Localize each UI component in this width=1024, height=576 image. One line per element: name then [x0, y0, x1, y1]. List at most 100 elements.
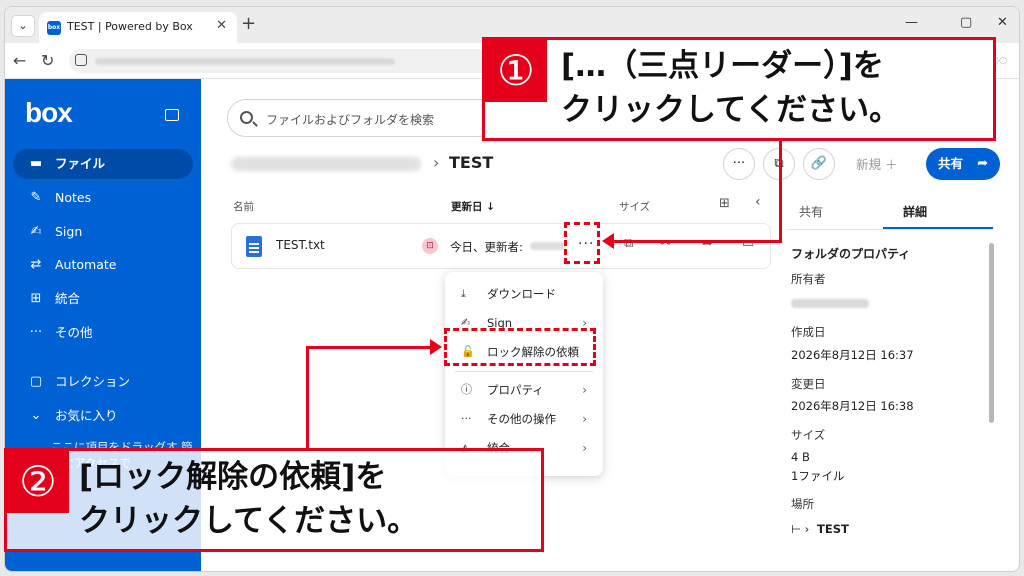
step-2-line-1: [ロック解除の依頼]を — [79, 459, 387, 495]
sidebar-item-label: ファイル — [55, 156, 106, 171]
reload-icon[interactable]: ↻ — [41, 51, 54, 70]
column-header-updated[interactable]: 更新日 ↓ — [451, 199, 495, 214]
download-icon: ⤓ — [461, 287, 466, 300]
share-label: 共有 — [938, 156, 964, 171]
sign-icon: ✍ — [30, 224, 42, 239]
panel-divider — [787, 229, 993, 230]
column-header-size[interactable]: サイズ — [619, 199, 650, 214]
sidebar-item-files[interactable]: ▬ ファイル — [13, 149, 193, 179]
screen: ⌄ box TEST | Powered by Box ✕ + — ▢ ✕ ← … — [0, 0, 1024, 576]
step-1-line-2: クリックしてください。 — [561, 92, 901, 128]
column-header-name[interactable]: 名前 — [233, 199, 254, 214]
new-button[interactable]: 新規 ＋ — [856, 154, 897, 173]
chevron-right-icon: › — [582, 383, 587, 397]
context-menu: ⤓ ダウンロード ✍ Sign › 🔓 ロック解除の依頼 ⓘ プロパティ › ·… — [445, 272, 603, 476]
more-icon: ··· — [461, 412, 472, 425]
sidebar-item-more[interactable]: ··· その他 — [13, 318, 193, 348]
menu-item-label: プロパティ — [487, 383, 544, 397]
modified-label: 変更日 — [791, 377, 826, 391]
maximize-icon[interactable]: ▢ — [960, 15, 972, 30]
sidebar-item-label: Notes — [55, 190, 92, 205]
step-1-badge: ① — [485, 40, 547, 102]
chevron-right-icon: › — [582, 412, 587, 426]
copy-icon[interactable]: ⧉ — [624, 236, 633, 251]
sidebar-item-automate[interactable]: ⇄ Automate — [13, 250, 193, 280]
grid-view-icon[interactable]: ⊞ — [719, 196, 730, 211]
sidebar-item-label: 統合 — [55, 291, 81, 306]
url-field[interactable] — [69, 49, 509, 73]
minimize-icon[interactable]: — — [905, 15, 918, 30]
sidebar-item-favorites[interactable]: ⌄ お気に入り — [13, 401, 193, 431]
tab-close-icon[interactable]: ✕ — [216, 18, 227, 33]
tab-details[interactable]: 詳細 — [903, 203, 927, 220]
arrow-line-2-horizontal — [306, 346, 430, 349]
share-button[interactable]: 共有 ➦ — [926, 148, 1000, 180]
sidebar-item-label: Automate — [55, 257, 117, 272]
sidebar-item-sign[interactable]: ✍ Sign — [13, 217, 193, 247]
site-info-icon[interactable] — [75, 54, 87, 66]
menu-item-label: ダウンロード — [487, 287, 556, 301]
panel-scrollbar[interactable] — [989, 243, 994, 423]
back-icon[interactable]: ← — [13, 51, 26, 70]
chevron-down-icon: ⌄ — [30, 408, 42, 423]
search-icon — [240, 111, 253, 124]
details-panel: 共有 詳細 フォルダのプロパティ 所有者 作成日 2026年8月12日 16:3… — [787, 191, 1017, 571]
document-icon — [246, 236, 262, 257]
link-icon[interactable]: ⚯ — [660, 236, 671, 251]
new-tab-button[interactable]: + — [241, 13, 256, 34]
created-label: 作成日 — [791, 325, 826, 339]
created-value: 2026年8月12日 16:37 — [791, 348, 914, 362]
step-1-line-1: […（三点リーダー）]を — [561, 48, 884, 84]
sidebar-item-collections[interactable]: ▢ コレクション — [13, 367, 193, 397]
breadcrumb-chevron-icon: › — [433, 153, 440, 172]
chevron-right-icon: › — [582, 441, 587, 455]
size-value: 4 B — [791, 450, 810, 464]
box-favicon-icon: box — [47, 21, 61, 35]
automate-icon: ⇄ — [30, 257, 42, 272]
highlight-request-unlock — [444, 328, 596, 366]
menu-item-download[interactable]: ⤓ ダウンロード — [445, 280, 603, 308]
sidebar-item-notes[interactable]: ✎ Notes — [13, 183, 193, 213]
folder-more-button[interactable]: ··· — [723, 148, 755, 180]
share-arrow-icon: ➦ — [977, 156, 988, 171]
apps-grid-icon: ⊞ — [30, 291, 42, 306]
arrow-line-1-vertical — [779, 138, 782, 243]
file-count-value: 1ファイル — [791, 469, 845, 483]
sidebar-item-label: お気に入り — [55, 408, 118, 423]
properties-heading: フォルダのプロパティ — [791, 247, 911, 261]
open-icon[interactable]: ▭ — [742, 236, 754, 251]
arrow-line-1-horizontal — [614, 240, 782, 243]
sidebar-item-integrations[interactable]: ⊞ 統合 — [13, 284, 193, 314]
file-name[interactable]: TEST.txt — [276, 238, 325, 252]
location-label: 場所 — [791, 497, 814, 511]
search-placeholder: ファイルおよびフォルダを検索 — [266, 113, 435, 127]
link-icon[interactable]: 🔗 — [803, 148, 835, 180]
location-value[interactable]: TEST — [817, 522, 849, 536]
size-label: サイズ — [791, 428, 826, 442]
arrow-head-2 — [430, 339, 442, 355]
collapse-panel-icon[interactable]: ‹ — [755, 194, 761, 210]
menu-item-properties[interactable]: ⓘ プロパティ › — [445, 376, 603, 404]
arrow-line-2-vertical — [306, 346, 309, 450]
collection-icon: ▢ — [29, 374, 43, 389]
sidebar-toggle-icon[interactable] — [165, 109, 179, 121]
lock-icon: ⊡ — [422, 238, 438, 254]
tab-box[interactable]: box TEST | Powered by Box ✕ — [39, 12, 237, 43]
arrow-head-1 — [602, 233, 614, 249]
tab-list-button[interactable]: ⌄ — [11, 15, 35, 37]
table-row[interactable]: TEST.txt ⊡ 今日、更新者: ··· ⧉ ⚯ ➦ ▭ — [231, 223, 771, 269]
callout-step-2: ② [ロック解除の依頼]を クリックしてください。 — [4, 448, 544, 552]
location-path-icon: ⊢ › — [791, 522, 810, 536]
url-text-redacted — [95, 58, 395, 65]
owner-label: 所有者 — [791, 272, 826, 286]
menu-divider — [455, 371, 593, 372]
menu-item-label: その他の操作 — [487, 412, 556, 426]
more-icon: ··· — [29, 325, 43, 340]
share-icon[interactable]: ➦ — [702, 236, 713, 251]
box-logo[interactable]: box — [25, 97, 73, 129]
tab-sharing[interactable]: 共有 — [799, 203, 823, 220]
info-icon: ⓘ — [461, 383, 472, 396]
owner-redacted — [791, 299, 869, 308]
menu-item-more-actions[interactable]: ··· その他の操作 › — [445, 405, 603, 433]
close-window-icon[interactable]: ✕ — [997, 15, 1008, 30]
